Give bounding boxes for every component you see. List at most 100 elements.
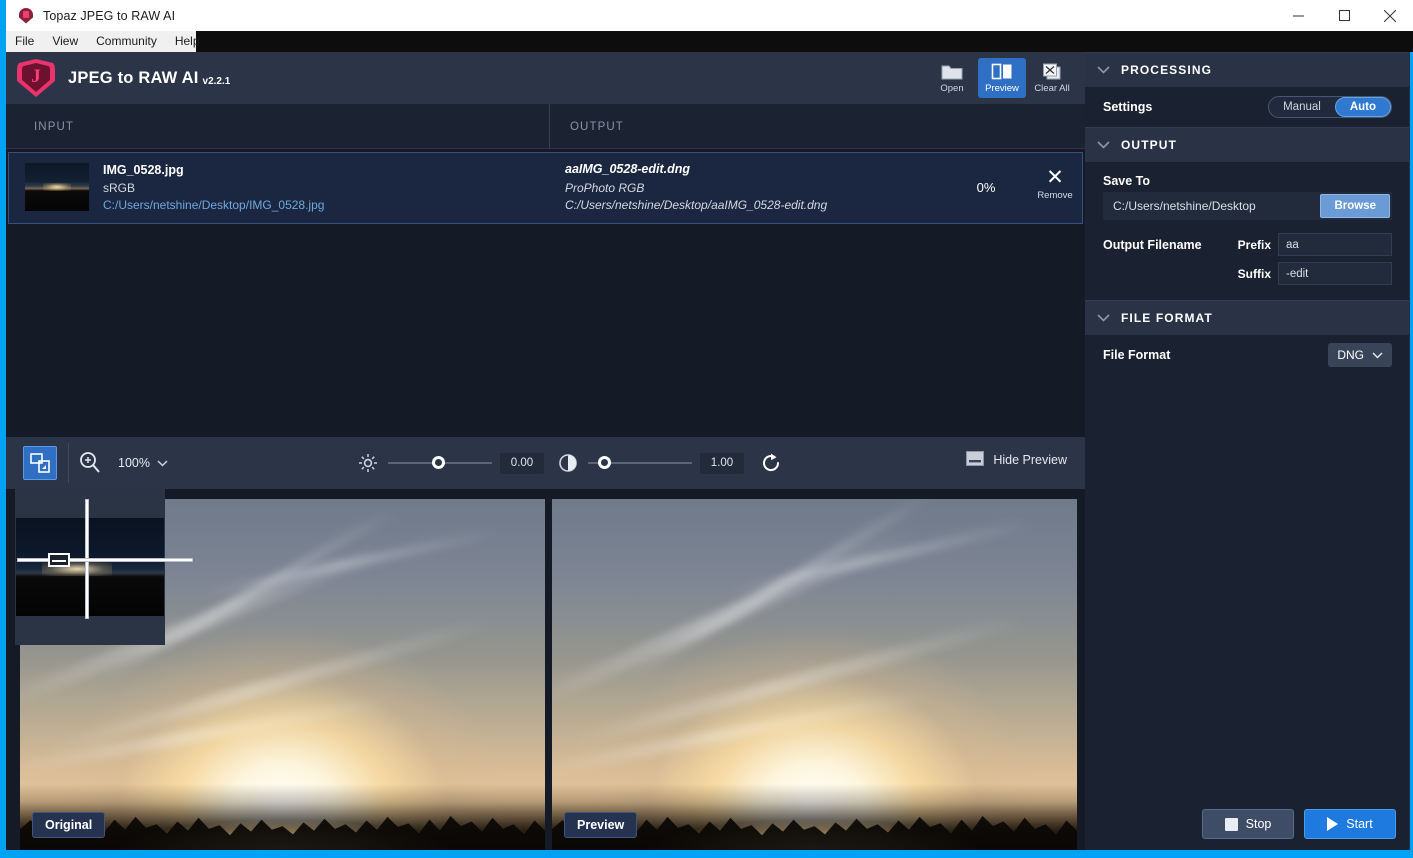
section-title-output: OUTPUT (1121, 138, 1177, 152)
menu-community[interactable]: Community (87, 31, 166, 52)
chevron-down-icon[interactable] (1085, 141, 1121, 149)
chevron-down-icon (157, 456, 168, 470)
prefix-input[interactable]: aa (1278, 233, 1392, 256)
contrast-slider-group: 1.00 (556, 437, 744, 489)
settings-label: Settings (1103, 100, 1153, 114)
preview-pane[interactable]: Preview (552, 499, 1077, 850)
suffix-input[interactable]: -edit (1278, 262, 1392, 285)
sunset-thumbnail (25, 163, 89, 211)
file-list[interactable]: IMG_0528.jpg sRGB C:/Users/netshine/Desk… (6, 150, 1085, 485)
prefix-label: Prefix (1237, 237, 1271, 252)
title-bar: Topaz JPEG to RAW AI (6, 0, 1413, 31)
brightness-slider-group: 0.00 (356, 437, 544, 489)
play-icon (1327, 817, 1339, 831)
open-button-label: Open (940, 83, 964, 94)
contrast-slider-track[interactable] (588, 456, 692, 469)
close-icon: ✕ (1046, 166, 1064, 189)
preview-button-label: Preview (985, 83, 1019, 94)
stop-button[interactable]: Stop (1202, 809, 1294, 839)
mode-option-manual[interactable]: Manual (1269, 97, 1335, 117)
main-toolbar: Open Preview Clear All (928, 58, 1076, 98)
navigator-thumbnail[interactable] (15, 489, 193, 645)
start-button[interactable]: Start (1304, 809, 1396, 839)
topaz-shield-icon (18, 7, 34, 24)
mode-option-auto[interactable]: Auto (1334, 97, 1391, 117)
save-to-label: Save To (1103, 174, 1151, 188)
stop-icon (1224, 817, 1238, 831)
input-file-path[interactable]: C:/Users/netshine/Desktop/IMG_0528.jpg (103, 198, 324, 212)
close-icon[interactable] (1367, 0, 1413, 31)
contrast-value: 1.00 (700, 452, 744, 474)
menu-view[interactable]: View (43, 31, 87, 52)
file-format-select[interactable]: DNG (1328, 343, 1392, 367)
fit-to-window-icon[interactable] (23, 446, 57, 480)
table-row[interactable]: IMG_0528.jpg sRGB C:/Users/netshine/Desk… (8, 152, 1083, 224)
suffix-label: Suffix (1237, 266, 1271, 281)
reset-icon[interactable] (760, 452, 782, 479)
panel-action-bar: Stop Start (1085, 798, 1410, 850)
save-to-value: C:/Users/netshine/Desktop (1113, 199, 1256, 213)
chevron-down-icon[interactable] (1085, 314, 1121, 322)
folder-icon (941, 62, 963, 80)
hide-preview-button[interactable]: Hide Preview (966, 451, 1067, 469)
settings-row: Settings Manual Auto (1085, 87, 1410, 127)
output-file-name: aaIMG_0528-edit.dng (565, 162, 691, 176)
image-compare-area[interactable]: Original Preview (6, 489, 1085, 850)
preview-button[interactable]: Preview (978, 58, 1026, 98)
section-title-processing: PROCESSING (1121, 63, 1213, 77)
app-body: J JPEG to RAW AI v2.2.1 Open Preview Cle… (6, 52, 1410, 850)
settings-panel: PROCESSING Settings Manual Auto OUTPUT S… (1085, 52, 1410, 850)
chevron-down-icon[interactable] (1085, 66, 1121, 74)
save-to-field[interactable]: C:/Users/netshine/Desktop Browse (1103, 192, 1392, 220)
file-format-label: File Format (1103, 348, 1171, 362)
zoom-level-select[interactable]: 100% (111, 451, 175, 474)
list-column-headers: INPUT OUTPUT (6, 104, 1085, 149)
window-controls (1275, 0, 1413, 31)
split-preview-icon (991, 62, 1013, 80)
zoom-in-icon[interactable] (79, 451, 101, 475)
app-title: JPEG to RAW AI (68, 68, 199, 87)
minimize-icon[interactable] (1275, 0, 1321, 31)
window-title: Topaz JPEG to RAW AI (43, 8, 176, 23)
input-file-name: IMG_0528.jpg (103, 163, 184, 177)
settings-mode-toggle[interactable]: Manual Auto (1268, 96, 1392, 118)
navigator-viewport-box[interactable] (48, 553, 70, 567)
menu-file[interactable]: File (6, 31, 43, 52)
stop-button-label: Stop (1245, 817, 1272, 831)
output-filename-label: Output Filename (1103, 237, 1202, 252)
original-label: Original (32, 812, 106, 838)
brightness-slider-track[interactable] (388, 456, 492, 469)
column-header-input: INPUT (34, 121, 74, 133)
hide-preview-label: Hide Preview (993, 453, 1067, 467)
progress-percent: 0% (976, 180, 996, 195)
contrast-icon (556, 451, 580, 475)
maximize-icon[interactable] (1321, 0, 1367, 31)
app-version: v2.2.1 (202, 75, 231, 87)
panel-icon (966, 451, 985, 469)
brightness-value: 0.00 (500, 452, 544, 474)
browse-button[interactable]: Browse (1320, 194, 1390, 218)
clear-all-icon (1041, 62, 1063, 80)
section-body-processing: Settings Manual Auto (1085, 87, 1410, 127)
section-body-file-format: File Format DNG (1085, 335, 1410, 383)
menu-bar: File View Community Help (6, 31, 1413, 52)
menu-help[interactable]: Help (166, 31, 209, 52)
brightness-slider-knob[interactable] (432, 456, 445, 469)
panel-scrollbar[interactable] (1409, 52, 1410, 850)
topaz-j-logo: J (17, 59, 55, 97)
section-title-file-format: FILE FORMAT (1121, 311, 1213, 325)
application-window: Topaz JPEG to RAW AI File View Community… (0, 0, 1413, 858)
brand-bar: J JPEG to RAW AI v2.2.1 Open Preview Cle… (6, 52, 1085, 104)
section-header-file-format[interactable]: FILE FORMAT (1085, 300, 1410, 335)
clear-all-button[interactable]: Clear All (1028, 58, 1076, 98)
open-button[interactable]: Open (928, 58, 976, 98)
brightness-icon (356, 451, 380, 475)
section-header-output[interactable]: OUTPUT (1085, 127, 1410, 162)
column-header-output: OUTPUT (570, 121, 624, 133)
remove-button[interactable]: ✕ Remove (1029, 166, 1081, 201)
navigator-crosshair-horizontal (17, 558, 193, 562)
section-header-processing[interactable]: PROCESSING (1085, 52, 1410, 87)
start-button-label: Start (1346, 817, 1373, 831)
output-filename-prefix-row: Output Filename Prefix aa (1085, 230, 1410, 259)
contrast-slider-knob[interactable] (598, 456, 611, 469)
